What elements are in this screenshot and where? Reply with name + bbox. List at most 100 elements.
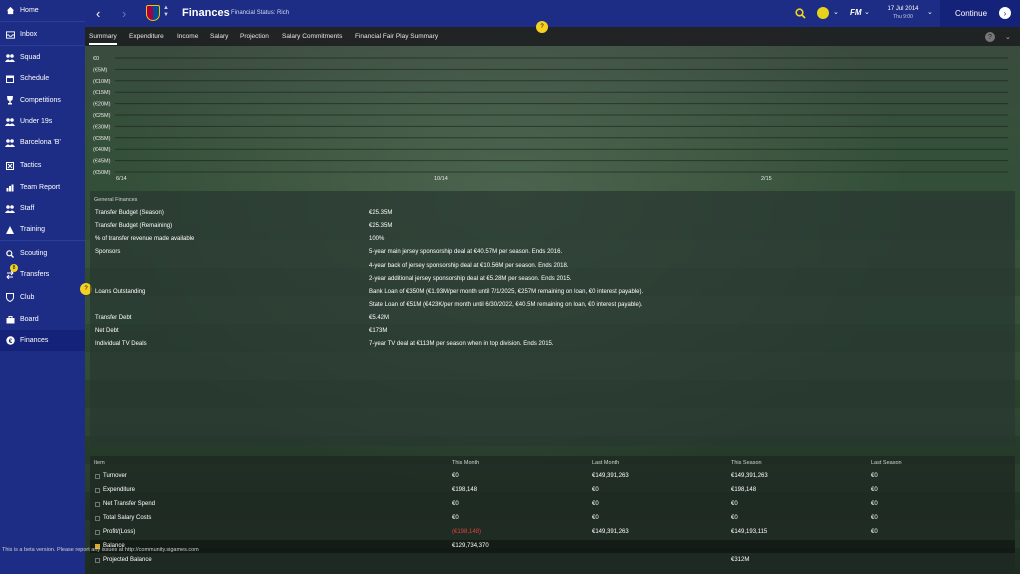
y-tick-label: (€50M) xyxy=(93,170,111,176)
sidebar-item-board[interactable]: Board xyxy=(0,309,85,330)
finance-row: 4-year back of jersey sponsorship deal a… xyxy=(90,261,1015,273)
sidebar-item-transfers[interactable]: 8 Transfers xyxy=(0,264,85,285)
finance-label: Transfer Budget (Remaining) xyxy=(95,223,173,229)
row-item: Expenditure xyxy=(103,487,136,493)
row-this-season: €0 xyxy=(731,501,738,507)
sidebar-item-training[interactable]: Training xyxy=(0,219,85,241)
row-last-month: €149,391,263 xyxy=(592,529,629,535)
finance-row: Transfer Budget (Season) €25.35M xyxy=(90,208,1015,220)
sidebar-item-finances[interactable]: € Finances xyxy=(0,330,85,351)
balance-chart: €0 (€5M) (€10M) (€15M) (€20M) (€25M) (€30M) (€3… xyxy=(0,0,1020,190)
finance-label: Transfer Budget (Season) xyxy=(95,210,164,216)
section-title: General Finances xyxy=(94,197,138,203)
y-tick-label: (€45M) xyxy=(93,159,111,165)
finance-row: State Loan of €51M (€423K/per month unti… xyxy=(90,300,1015,312)
row-this-month: €0 xyxy=(452,473,459,479)
finance-row: Sponsors 5-year main jersey sponsorship d… xyxy=(90,247,1015,259)
row-checkbox[interactable] xyxy=(95,516,100,521)
finance-value: 100% xyxy=(369,236,385,242)
y-tick-label: (€25M) xyxy=(93,113,111,119)
table-header[interactable]: Last Month xyxy=(592,460,619,466)
finance-label: % of transfer revenue made available xyxy=(95,236,195,242)
y-tick-label: €0 xyxy=(93,56,99,62)
finance-row: Individual TV Deals 7-year TV deal at €11… xyxy=(90,339,1015,351)
sidebar-item-label: Scouting xyxy=(20,250,48,257)
y-tick-label: (€15M) xyxy=(93,90,111,96)
table-header[interactable]: Item xyxy=(94,460,105,466)
row-checkbox[interactable] xyxy=(95,502,100,507)
finance-label: Individual TV Deals xyxy=(95,341,147,347)
row-checkbox[interactable] xyxy=(95,530,100,535)
table-row[interactable]: Profit/(Loss) (€198,148) €149,391,263 €149,… xyxy=(90,526,1015,539)
finance-row: Transfer Budget (Remaining) €25.35M xyxy=(90,221,1015,233)
row-item: Turnover xyxy=(103,473,127,479)
row-item: Profit/(Loss) xyxy=(103,529,136,535)
x-tick-label: 10/14 xyxy=(434,176,448,182)
row-last-season: €0 xyxy=(871,529,878,535)
y-tick-label: (€30M) xyxy=(93,124,111,130)
row-this-season: €149,391,263 xyxy=(731,473,768,479)
summary-table: Item This Month Last Month This Season L… xyxy=(90,456,1015,574)
finance-value: €5.42M xyxy=(369,315,390,321)
row-this-month: €129,734,370 xyxy=(452,543,489,549)
finance-row: Transfer Debt €5.42M xyxy=(90,313,1015,325)
row-this-month: (€198,148) xyxy=(452,529,482,535)
board-icon xyxy=(0,315,20,324)
finance-row: Net Debt €173M xyxy=(90,326,1015,338)
table-header[interactable]: This Season xyxy=(731,460,762,466)
finance-value: Bank Loan of €350M (€1.93M/per month unt… xyxy=(369,289,644,295)
table-row[interactable]: Projected Balance €312M xyxy=(90,554,1015,567)
row-last-month: €0 xyxy=(592,487,599,493)
transfers-badge: 8 xyxy=(10,264,18,272)
transfers-icon xyxy=(0,270,20,279)
finance-row: 2-year additional jersey sponsorship dea… xyxy=(90,274,1015,286)
row-this-month: €0 xyxy=(452,515,459,521)
y-tick-label: (€35M) xyxy=(93,136,111,142)
sidebar-item-label: Staff xyxy=(20,205,35,212)
finance-label: Loans Outstanding xyxy=(95,289,146,295)
table-row[interactable]: Total Salary Costs €0 €0 €0 €0 xyxy=(90,512,1015,525)
table-row[interactable]: Net Transfer Spend €0 €0 €0 €0 xyxy=(90,498,1015,511)
training-icon xyxy=(0,225,20,234)
svg-text:€: € xyxy=(8,338,12,345)
table-header[interactable]: This Month xyxy=(452,460,479,466)
finance-value: €25.35M xyxy=(369,223,393,229)
row-checkbox[interactable] xyxy=(95,488,100,493)
finance-row: % of transfer revenue made available 100% xyxy=(90,234,1015,246)
shield-icon xyxy=(0,293,20,302)
finance-label: Net Debt xyxy=(95,328,119,334)
y-tick-label: (€5M) xyxy=(93,67,108,73)
row-this-month: €198,148 xyxy=(452,487,478,493)
table-row[interactable]: Expenditure €198,148 €0 €198,148 €0 xyxy=(90,484,1015,497)
row-last-season: €0 xyxy=(871,473,878,479)
general-finances-panel: General Finances Transfer Budget (Season… xyxy=(90,191,1015,446)
row-checkbox[interactable] xyxy=(95,474,100,479)
sidebar-item-label: Finances xyxy=(20,337,49,344)
sidebar-item-club[interactable]: Club xyxy=(0,287,85,308)
row-last-season: €0 xyxy=(871,487,878,493)
row-last-month: €0 xyxy=(592,515,599,521)
row-last-month: €0 xyxy=(592,501,599,507)
table-row[interactable]: Balance €129,734,370 xyxy=(90,540,1015,553)
sidebar-item-staff[interactable]: Staff xyxy=(0,198,85,219)
y-tick-label: (€20M) xyxy=(93,102,111,108)
finance-value: €173M xyxy=(369,328,388,334)
row-last-month: €149,391,263 xyxy=(592,473,629,479)
row-this-season: €312M xyxy=(731,557,750,563)
x-tick-label: 6/14 xyxy=(116,176,127,182)
finance-label: Transfer Debt xyxy=(95,315,132,321)
beta-notice: This is a beta version. Please report an… xyxy=(2,547,199,553)
table-header[interactable]: Last Season xyxy=(871,460,902,466)
row-this-season: €198,148 xyxy=(731,487,757,493)
table-row[interactable]: Turnover €0 €149,391,263 €149,391,263 €0 xyxy=(90,470,1015,483)
finance-value: 7-year TV deal at €113M per season when … xyxy=(369,341,554,347)
sidebar-item-scouting[interactable]: Scouting xyxy=(0,243,85,264)
finance-value: 5-year main jersey sponsorship deal at €… xyxy=(369,249,563,255)
row-item: Net Transfer Spend xyxy=(103,501,156,507)
y-tick-label: (€10M) xyxy=(93,79,111,85)
finance-value: State Loan of €51M (€423K/per month unti… xyxy=(369,302,643,308)
euro-icon: € xyxy=(0,336,20,345)
sidebar-item-label: Club xyxy=(20,294,35,301)
row-checkbox[interactable] xyxy=(95,558,100,563)
row-item: Projected Balance xyxy=(103,557,152,563)
